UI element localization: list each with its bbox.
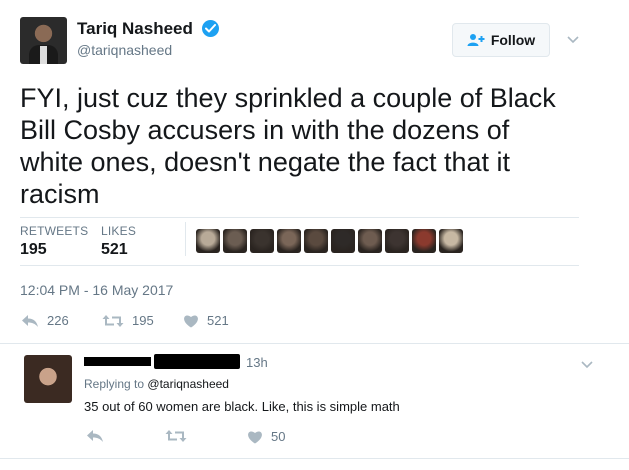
divider	[20, 217, 579, 218]
retweet-icon	[165, 430, 187, 442]
reply-time[interactable]: 13h	[246, 355, 268, 370]
retweet-count: 195	[132, 313, 154, 328]
reply-retweet-action[interactable]	[165, 429, 187, 443]
liker-avatar[interactable]	[196, 229, 220, 253]
follow-button[interactable]: Follow	[452, 23, 550, 57]
reply-like-count: 50	[271, 429, 286, 444]
reply-action[interactable]: 226	[21, 313, 69, 328]
reply-icon	[87, 430, 103, 442]
retweets-label: RETWEETS	[20, 224, 89, 238]
replying-prefix: Replying to	[84, 377, 145, 391]
tweet-timestamp[interactable]: 12:04 PM - 16 May 2017	[20, 282, 173, 298]
heart-icon	[184, 314, 198, 327]
like-action[interactable]: 521	[183, 313, 229, 328]
liker-avatar[interactable]	[439, 229, 463, 253]
verified-badge-icon	[202, 20, 219, 37]
tweet-text: FYI, just cuz they sprinkled a couple of…	[20, 83, 556, 209]
redacted-name	[84, 357, 151, 366]
liker-avatar[interactable]	[331, 229, 355, 253]
liker-avatar[interactable]	[358, 229, 382, 253]
retweet-action[interactable]: 195	[102, 313, 154, 328]
divider	[20, 265, 579, 266]
chevron-down-icon[interactable]	[566, 32, 580, 46]
reply-author-avatar[interactable]	[24, 355, 72, 403]
reply-text: 35 out of 60 women are black. Like, this…	[84, 399, 400, 414]
likes-stat[interactable]: LIKES 521	[101, 224, 136, 259]
retweets-stat[interactable]: RETWEETS 195	[20, 224, 88, 259]
reply-reply-action[interactable]	[86, 429, 104, 443]
reply-icon	[22, 314, 38, 327]
chevron-down-icon[interactable]	[580, 357, 594, 371]
liker-avatar[interactable]	[385, 229, 409, 253]
liker-avatar[interactable]	[223, 229, 247, 253]
follow-label: Follow	[490, 32, 536, 48]
likes-count: 521	[101, 241, 128, 258]
reply-bottom-separator	[0, 458, 629, 459]
stat-separator	[185, 222, 186, 256]
avatar-shirt	[40, 46, 47, 64]
liker-avatars	[196, 229, 463, 253]
retweets-count: 195	[20, 241, 47, 258]
likes-label: LIKES	[101, 224, 137, 238]
liker-avatar[interactable]	[304, 229, 328, 253]
author-handle[interactable]: @tariqnasheed	[77, 42, 172, 58]
reply-like-action[interactable]: 50	[247, 429, 285, 444]
liker-avatar[interactable]	[412, 229, 436, 253]
like-count: 521	[207, 313, 229, 328]
follow-person-icon	[467, 34, 485, 46]
liker-avatar[interactable]	[277, 229, 301, 253]
redacted-handle	[154, 354, 240, 369]
retweet-icon	[102, 314, 124, 327]
reply-count: 226	[47, 313, 69, 328]
tweet-reply-separator	[0, 343, 629, 344]
replying-handle-link[interactable]: @tariqnasheed	[147, 377, 229, 391]
replying-to: Replying to @tariqnasheed	[84, 377, 229, 391]
liker-avatar[interactable]	[250, 229, 274, 253]
author-avatar[interactable]	[20, 17, 67, 64]
author-name[interactable]: Tariq Nasheed	[77, 19, 193, 39]
heart-icon	[248, 430, 262, 443]
